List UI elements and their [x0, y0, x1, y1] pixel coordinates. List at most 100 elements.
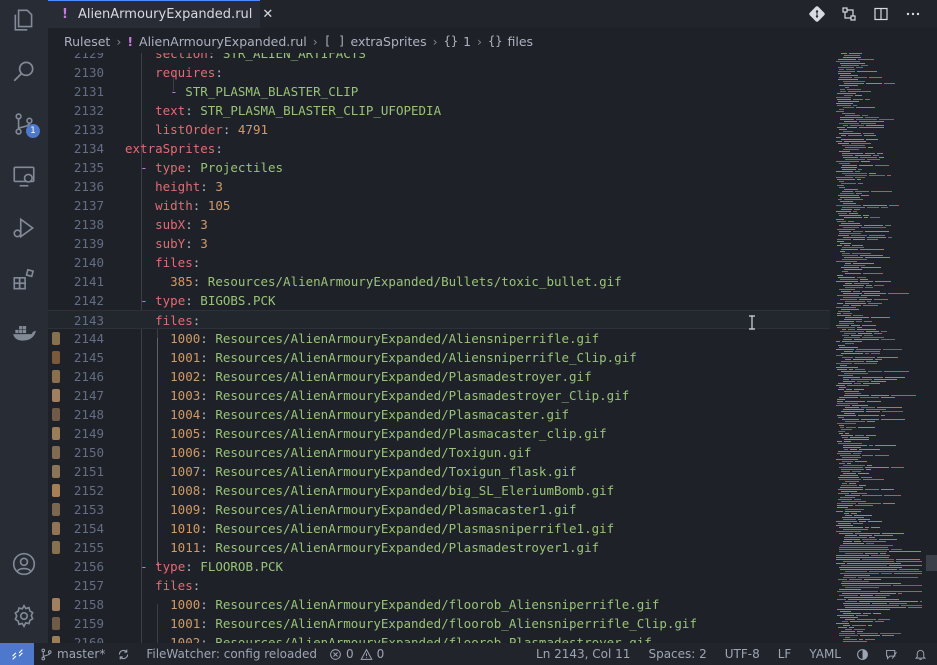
source-control-icon[interactable]: 1: [8, 108, 40, 140]
scrollbar-thumb[interactable]: [926, 555, 937, 571]
remote-explorer-icon[interactable]: [8, 160, 40, 192]
code-line[interactable]: 2129 section: STR_ALIEN_ARTIFACTS: [48, 53, 830, 63]
code-line[interactable]: 2131 - STR_PLASMA_BLASTER_CLIP: [48, 82, 830, 101]
code-line[interactable]: 2152 1008: Resources/AlienArmouryExpande…: [48, 481, 830, 500]
code-line[interactable]: 2134 extraSprites:: [48, 139, 830, 158]
indentation[interactable]: Spaces: 2: [639, 643, 715, 665]
close-icon[interactable]: ✕: [262, 7, 273, 22]
extensions-icon[interactable]: [8, 264, 40, 296]
code-line[interactable]: 2132 text: STR_PLASMA_BLASTER_CLIP_UFOPE…: [48, 101, 830, 120]
vertical-scrollbar[interactable]: [926, 53, 937, 643]
remote-indicator-icon[interactable]: [0, 643, 34, 665]
code-text: text: STR_PLASMA_BLASTER_CLIP_UFOPEDIA: [155, 103, 442, 118]
code-line[interactable]: 2137 width: 105: [48, 196, 830, 215]
minimap-line: [877, 357, 898, 358]
search-icon[interactable]: [8, 55, 40, 87]
tab-alien-armoury-expanded[interactable]: ! AlienArmouryExpanded.rul ✕: [48, 0, 273, 28]
explorer-icon[interactable]: [8, 4, 40, 36]
breadcrumb-files[interactable]: files: [507, 34, 533, 49]
code-line[interactable]: 2159 1001: Resources/AlienArmouryExpande…: [48, 614, 830, 633]
minimap-line: [869, 445, 873, 446]
minimap-line: [881, 489, 894, 490]
code-line[interactable]: 2144 1000: Resources/AlienArmouryExpande…: [48, 329, 830, 348]
file-watcher-status[interactable]: FileWatcher: config reloaded: [140, 643, 323, 665]
code-line-current[interactable]: 2143 files:: [48, 310, 830, 329]
code-line[interactable]: 2140 files:: [48, 253, 830, 272]
code-line[interactable]: 2148 1004: Resources/AlienArmouryExpande…: [48, 405, 830, 424]
code-line[interactable]: 2141 385: Resources/AlienArmouryExpanded…: [48, 272, 830, 291]
minimap-line: [857, 277, 866, 278]
encoding[interactable]: UTF-8: [716, 643, 769, 665]
split-editor-icon[interactable]: [865, 0, 897, 28]
minimap-line: [861, 161, 870, 162]
sprite-preview-thumbnail: [52, 617, 60, 630]
code-line[interactable]: 2149 1005: Resources/AlienArmouryExpande…: [48, 424, 830, 443]
code-line[interactable]: 2145 1001: Resources/AlienArmouryExpande…: [48, 348, 830, 367]
minimap-line: [856, 67, 863, 68]
code-text: 1008: Resources/AlienArmouryExpanded/big…: [170, 483, 615, 498]
code-line[interactable]: 2160 1002: Resources/AlienArmouryExpande…: [48, 633, 830, 643]
end-of-line[interactable]: LF: [769, 643, 801, 665]
cursor-position[interactable]: Ln 2143, Col 11: [527, 643, 639, 665]
minimap-line: [841, 223, 860, 224]
code-line[interactable]: 2135 - type: Projectiles: [48, 158, 830, 177]
compare-changes-icon[interactable]: [833, 0, 865, 28]
git-icon[interactable]: [801, 0, 833, 28]
code-line[interactable]: 2146 1002: Resources/AlienArmouryExpande…: [48, 367, 830, 386]
code-line[interactable]: 2138 subX: 3: [48, 215, 830, 234]
code-line[interactable]: 2130 requires:: [48, 63, 830, 82]
minimap-line: [850, 125, 864, 126]
minimap-line: [839, 595, 858, 596]
minimap-line: [845, 159, 865, 160]
run-debug-icon[interactable]: [8, 212, 40, 244]
sprite-preview-thumbnail: [52, 541, 60, 554]
minimap-line: [866, 139, 878, 140]
accounts-icon[interactable]: [8, 548, 40, 580]
minimap[interactable]: [832, 53, 926, 643]
notifications-button[interactable]: [908, 643, 937, 665]
encoding-text: UTF-8: [724, 647, 760, 661]
settings-gear-icon[interactable]: [8, 600, 40, 632]
code-line[interactable]: 2133 listOrder: 4791: [48, 120, 830, 139]
minimap-line: [880, 553, 886, 554]
breadcrumb-file[interactable]: AlienArmouryExpanded.rul: [139, 34, 307, 49]
sync-button[interactable]: [111, 643, 140, 665]
docker-icon[interactable]: [8, 316, 40, 348]
minimap-line: [874, 299, 888, 300]
minimap-line: [845, 287, 863, 288]
code-line[interactable]: 2156 - type: FLOOROB.PCK: [48, 557, 830, 576]
minimap-line: [841, 429, 852, 430]
breadcrumb-root[interactable]: Ruleset: [64, 34, 110, 49]
code-line[interactable]: 2155 1011: Resources/AlienArmouryExpande…: [48, 538, 830, 557]
minimap-line: [863, 613, 871, 614]
more-actions-icon[interactable]: [897, 0, 929, 28]
branch-indicator[interactable]: master*: [34, 643, 111, 665]
feedback-button[interactable]: [879, 643, 908, 665]
minimap-line: [839, 123, 859, 124]
code-line[interactable]: 2158 1000: Resources/AlienArmouryExpande…: [48, 595, 830, 614]
minimap-line: [837, 423, 856, 424]
minimap-line: [836, 211, 851, 212]
code-line[interactable]: 2157 files:: [48, 576, 830, 595]
minimap-line: [877, 407, 902, 408]
minimap-line: [865, 553, 878, 554]
code-text: 1005: Resources/AlienArmouryExpanded/Pla…: [170, 426, 607, 441]
code-line[interactable]: 2136 height: 3: [48, 177, 830, 196]
breadcrumb-index[interactable]: 1: [463, 34, 471, 49]
code-line[interactable]: 2151 1007: Resources/AlienArmouryExpande…: [48, 462, 830, 481]
code-editor[interactable]: 2129 section: STR_ALIEN_ARTIFACTS 2130 re…: [48, 53, 830, 643]
code-line[interactable]: 2142 - type: BIGOBS.PCK: [48, 291, 830, 310]
minimap-line: [840, 193, 854, 194]
code-line[interactable]: 2154 1010: Resources/AlienArmouryExpande…: [48, 519, 830, 538]
breadcrumb-extra-sprites[interactable]: extraSprites: [350, 34, 426, 49]
minimap-line: [852, 471, 861, 472]
problems-indicator[interactable]: 0 0: [323, 643, 390, 665]
code-line[interactable]: 2139 subY: 3: [48, 234, 830, 253]
minimap-line: [845, 495, 860, 496]
code-line[interactable]: 2150 1006: Resources/AlienArmouryExpande…: [48, 443, 830, 462]
theme-toggle[interactable]: [850, 643, 879, 665]
minimap-line: [840, 201, 853, 202]
code-line[interactable]: 2147 1003: Resources/AlienArmouryExpande…: [48, 386, 830, 405]
code-line[interactable]: 2153 1009: Resources/AlienArmouryExpande…: [48, 500, 830, 519]
language-mode[interactable]: YAML: [800, 643, 850, 665]
